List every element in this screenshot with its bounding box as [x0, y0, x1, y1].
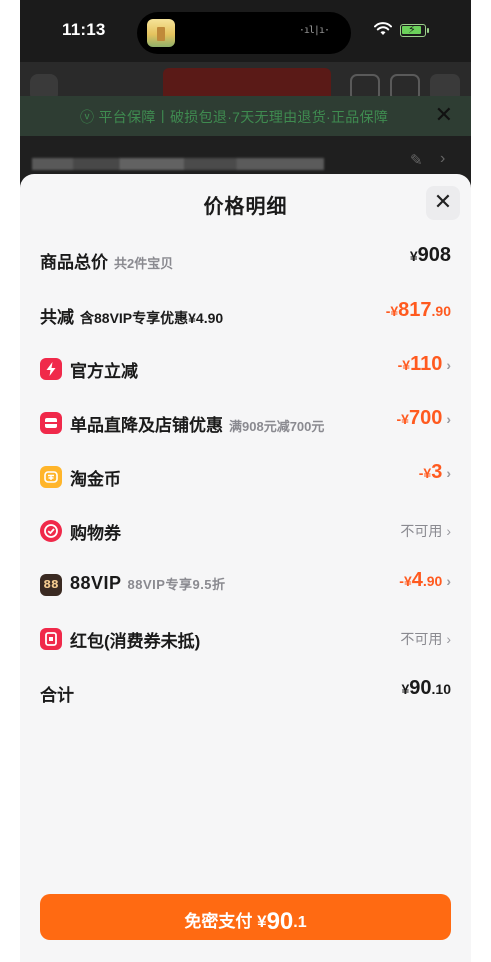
total-reduce-amount: -¥817.90 [385, 299, 451, 321]
red-packet-icon [40, 628, 62, 650]
row-official-discount[interactable]: 官方立减 -¥110 › [40, 353, 451, 383]
row-88vip[interactable]: 88 88VIP 88VIP专享9.5折 -¥4.90 › [40, 569, 451, 599]
88vip-icon: 88 [40, 574, 62, 596]
row-total-goods: 商品总价 共2件宝贝 ¥908 [40, 244, 451, 274]
red-packet-label: 红包(消费券未抵) [70, 632, 201, 651]
red-packet-status: 不可用 › [400, 631, 451, 647]
row-store-discount[interactable]: 单品直降及店铺优惠 满908元减700元 -¥700 › [40, 407, 451, 437]
total-goods-amount: ¥908 [409, 244, 451, 266]
coin-icon [40, 466, 62, 488]
total-goods-count: 共2件宝贝 [114, 256, 174, 271]
phone-screen: 11:13 ·ıl|ı· ⚡ ⓥ 平台保障丨破损包退·7天无理由退货·正品保障 … [20, 0, 471, 962]
store-discount-amount: -¥700 › [396, 407, 452, 429]
pay-button[interactable]: 免密支付 ¥90.1 [40, 894, 451, 940]
now-playing-app-icon [147, 19, 175, 47]
shopping-voucher-label: 购物券 [70, 524, 121, 543]
official-discount-amount: -¥110 › [397, 353, 451, 375]
chevron-right-icon: › [446, 411, 451, 427]
row-total-reduce: 共减 含88VIP专享优惠¥4.90 -¥817.90 [40, 299, 451, 329]
row-shopping-voucher[interactable]: 购物券 不可用 › [40, 515, 451, 545]
guarantee-close-icon[interactable]: ✕ [435, 102, 453, 128]
page-margin-right [471, 0, 491, 962]
guarantee-text: ⓥ 平台保障丨破损包退·7天无理由退货·正品保障 [80, 109, 389, 125]
taojinbi-label: 淘金币 [70, 470, 121, 489]
guarantee-bar: ⓥ 平台保障丨破损包退·7天无理由退货·正品保障 ✕ [20, 96, 471, 136]
official-discount-label: 官方立减 [70, 362, 138, 381]
close-icon: ✕ [433, 189, 453, 214]
shopping-voucher-status: 不可用 › [400, 523, 451, 539]
chevron-right-icon: › [446, 573, 451, 589]
audio-wave-icon: ·ıl|ı· [298, 25, 330, 36]
88vip-discount-rule: 88VIP专享9.5折 [127, 577, 226, 592]
row-sum: 合计 ¥90.10 [40, 677, 451, 707]
pay-button-label: 免密支付 ¥90.1 [184, 908, 307, 935]
sheet-close-button[interactable]: ✕ [426, 186, 460, 220]
page-margin-left [0, 0, 20, 962]
chevron-right-icon: › [446, 631, 451, 647]
background-chevron-icon: › [440, 150, 446, 167]
battery-tip [427, 28, 429, 33]
chevron-right-icon: › [446, 465, 451, 481]
voucher-icon [40, 520, 62, 542]
lightning-icon [40, 358, 62, 380]
status-time: 11:13 [62, 20, 106, 39]
total-reduce-label: 共减 含88VIP专享优惠¥4.90 [40, 308, 224, 327]
chevron-right-icon: › [446, 523, 451, 539]
taojinbi-amount: -¥3 › [418, 461, 451, 483]
row-red-packet[interactable]: 红包(消费券未抵) 不可用 › [40, 623, 451, 653]
row-taojinbi[interactable]: 淘金币 -¥3 › [40, 461, 451, 491]
shop-coupon-icon [40, 412, 62, 434]
sheet-title: 价格明细 [203, 196, 288, 218]
sum-label: 合计 [40, 686, 74, 705]
88vip-amount: -¥4.90 › [399, 569, 451, 591]
blurred-address [32, 158, 324, 170]
dynamic-island: ·ıl|ı· [137, 12, 351, 54]
88vip-label: 88VIP 88VIP专享9.5折 [70, 573, 226, 593]
background-edit-icon: ✎ [410, 152, 423, 169]
sum-amount: ¥90.10 [401, 677, 451, 699]
price-detail-sheet: 价格明细 ✕ 商品总价 共2件宝贝 ¥908 共减 含88VIP专享优惠¥4.90 … [20, 174, 471, 962]
wifi-icon [374, 22, 392, 35]
total-reduce-detail: 含88VIP专享优惠¥4.90 [80, 310, 224, 326]
total-goods-label: 商品总价 共2件宝贝 [40, 253, 174, 272]
chevron-right-icon: › [446, 357, 451, 373]
status-bar: 11:13 ·ıl|ı· ⚡ [20, 0, 471, 62]
store-discount-rule: 满908元减700元 [229, 419, 325, 434]
battery-icon: ⚡ [400, 24, 426, 37]
store-discount-label: 单品直降及店铺优惠 满908元减700元 [70, 416, 325, 435]
